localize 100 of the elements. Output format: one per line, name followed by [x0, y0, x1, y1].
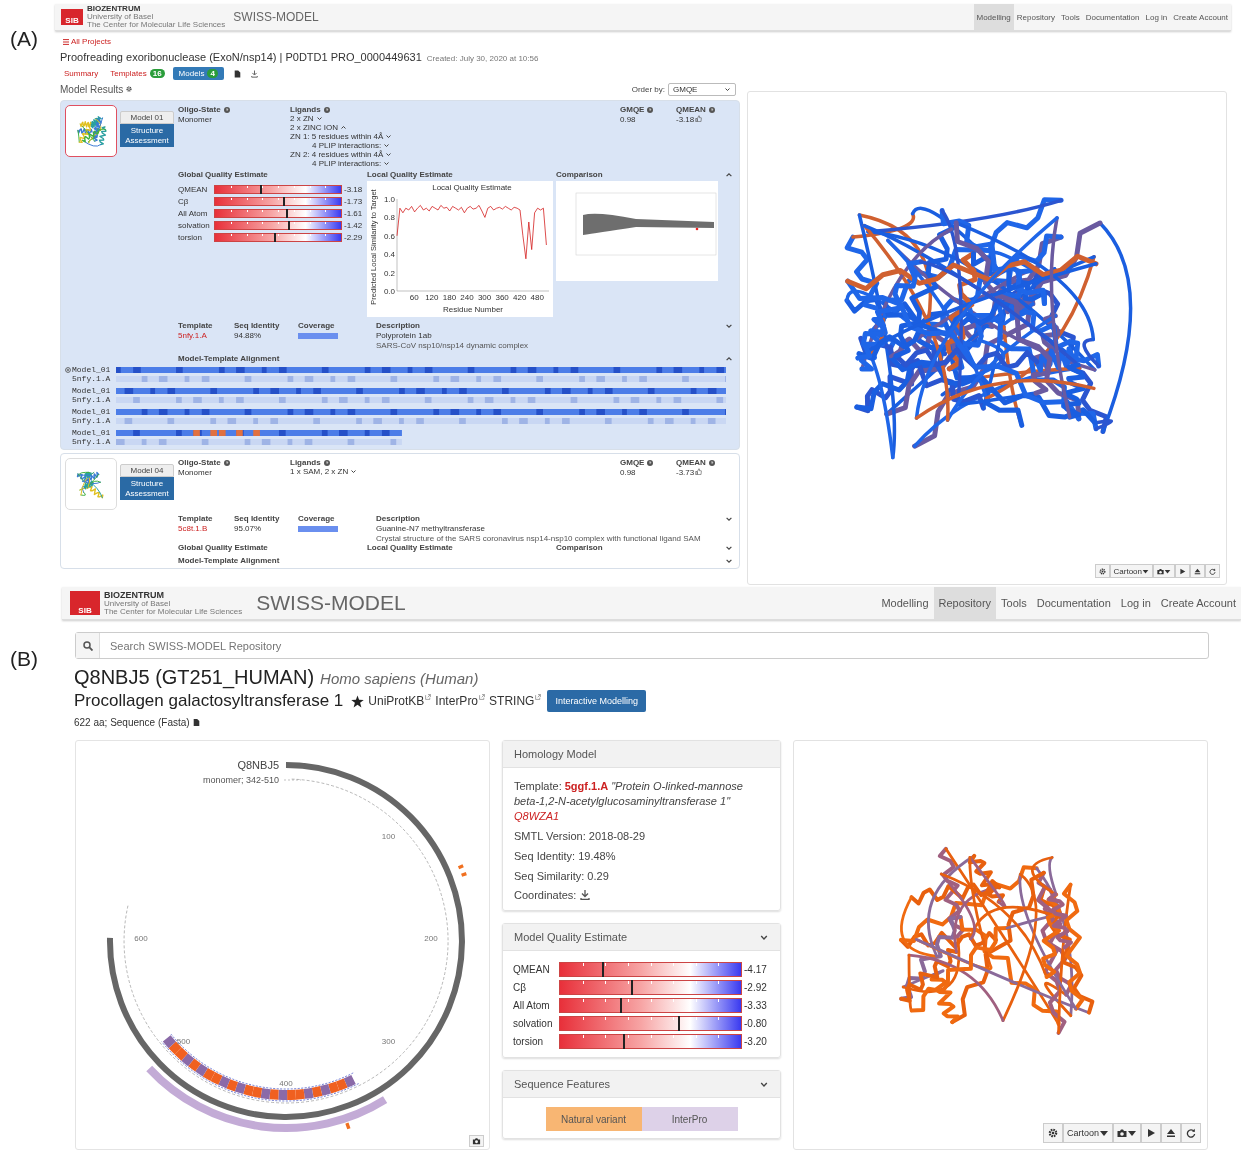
external-link[interactable]: UniProtKB: [368, 694, 432, 708]
nav-item[interactable]: Documentation: [1082, 4, 1143, 30]
model-card[interactable]: [60, 453, 740, 569]
display-mode-dropdown[interactable]: Cartoon: [1062, 1123, 1113, 1143]
template-link[interactable]: 5ggf.1.A: [564, 780, 609, 792]
snapshot-button[interactable]: [1113, 1123, 1141, 1143]
nav-item[interactable]: Repository: [933, 587, 997, 619]
tab[interactable]: Models 4: [172, 67, 224, 80]
settings-button[interactable]: [1094, 564, 1110, 578]
nav-item[interactable]: Tools: [996, 587, 1032, 619]
feature-toggle[interactable]: InterPro: [641, 1107, 738, 1131]
template-link[interactable]: 5nfy.1.A: [178, 331, 234, 340]
nav-item[interactable]: Modelling: [973, 4, 1014, 30]
tab[interactable]: Templates 16: [106, 67, 169, 80]
nav-item[interactable]: Documentation: [1031, 587, 1116, 619]
assessment-button[interactable]: Structure Assessment: [120, 124, 174, 148]
ligand-entry[interactable]: 2 x ZN: [290, 114, 314, 123]
template-link[interactable]: 5c8t.1.B: [178, 524, 234, 533]
help-icon[interactable]: [223, 106, 230, 113]
help-icon[interactable]: [708, 106, 715, 113]
chevron-down-icon[interactable]: [725, 516, 733, 522]
chevron-down-icon[interactable]: [725, 323, 733, 329]
search-icon: [82, 640, 93, 651]
help-icon[interactable]: [323, 459, 330, 466]
section-title: Model Results: [60, 83, 124, 95]
model-card[interactable]: [60, 100, 740, 450]
chevron-down-icon[interactable]: [725, 558, 733, 564]
nav-item[interactable]: Create Account: [1170, 4, 1231, 30]
nav-item[interactable]: Modelling: [876, 587, 934, 619]
settings-icon[interactable]: [126, 86, 133, 92]
ligand-entry[interactable]: 1 x SAM, 2 x ZN: [290, 467, 349, 476]
nav-item[interactable]: Log in: [1115, 587, 1156, 619]
nav-item[interactable]: Log in: [1142, 4, 1171, 30]
eject-button[interactable]: [1190, 564, 1205, 578]
chevron-down-icon[interactable]: [383, 143, 391, 148]
gmqe-value: 0.98: [620, 115, 637, 124]
structure-viewer[interactable]: Cartoon: [793, 740, 1208, 1150]
external-link[interactable]: STRING: [489, 694, 542, 708]
tick-label: 0.8: [383, 213, 395, 223]
entry-title: Q8NBJ5 (GT251_HUMAN): [74, 666, 315, 689]
nav-item[interactable]: Repository: [1013, 4, 1058, 30]
file-icon[interactable]: [192, 718, 200, 727]
settings-button[interactable]: [1042, 1123, 1063, 1143]
file-icon[interactable]: [233, 69, 241, 78]
reset-button[interactable]: [1205, 564, 1220, 578]
help-icon[interactable]: [223, 459, 230, 466]
chevron-up-icon[interactable]: [340, 125, 347, 130]
help-icon[interactable]: [323, 106, 330, 113]
tab[interactable]: Summary: [60, 67, 103, 80]
help-icon[interactable]: [647, 106, 654, 113]
reset-button[interactable]: [1181, 1123, 1201, 1143]
play-button[interactable]: [1141, 1123, 1161, 1143]
chevron-down-icon[interactable]: [350, 469, 358, 474]
uniprot-link[interactable]: Q8WZA1: [514, 810, 560, 822]
interactive-modelling-button[interactable]: Interactive Modelling: [547, 690, 646, 712]
settings-icon[interactable]: [65, 366, 71, 373]
eject-button[interactable]: [1161, 1123, 1181, 1143]
help-icon[interactable]: [708, 459, 715, 466]
search-button[interactable]: [76, 633, 100, 658]
gmqe-value: 0.98: [620, 468, 637, 477]
snapshot-button[interactable]: [469, 1135, 484, 1147]
display-mode-dropdown[interactable]: Cartoon: [1109, 564, 1153, 578]
chevron-down-icon[interactable]: [315, 116, 323, 121]
chevron-down-icon[interactable]: [759, 1080, 769, 1088]
chevron-up-icon[interactable]: [725, 356, 733, 362]
tick-label: 1.0: [383, 195, 395, 204]
play-button[interactable]: [1175, 564, 1190, 578]
model-dropdown[interactable]: Model 04: [120, 464, 174, 477]
nav-item[interactable]: Tools: [1058, 4, 1083, 30]
structure-viewer[interactable]: Cartoon: [747, 91, 1227, 585]
snapshot-button[interactable]: [1153, 564, 1175, 578]
brand-subtitle: The Center for Molecular Life Sciences: [104, 607, 243, 616]
feature-toggle[interactable]: Natural variant: [545, 1107, 642, 1131]
model-thumbnail[interactable]: [65, 105, 117, 157]
chevron-down-icon[interactable]: [725, 545, 733, 551]
model-dropdown[interactable]: Model 01: [120, 111, 174, 124]
external-link[interactable]: InterPro: [435, 694, 486, 708]
assessment-button[interactable]: Structure Assessment: [120, 477, 174, 501]
chevron-down-icon[interactable]: [385, 134, 393, 139]
interaction-entry[interactable]: 4 PLIP interactions:: [312, 159, 382, 168]
field-label: Ligands: [290, 458, 321, 467]
binding-site[interactable]: ZN 1: 5 residues within 4Å: [290, 132, 384, 141]
chevron-down-icon[interactable]: [385, 152, 393, 157]
ligand-name[interactable]: 2 x ZINC ION: [290, 123, 338, 132]
order-select[interactable]: GMQE: [668, 82, 736, 96]
interaction-entry[interactable]: 4 PLIP interactions:: [312, 141, 382, 150]
star-icon[interactable]: [351, 694, 365, 708]
section-title: Model-Template Alignment: [178, 354, 280, 363]
chevron-up-icon[interactable]: [725, 172, 733, 178]
binding-site[interactable]: ZN 2: 4 residues within 4Å: [290, 150, 384, 159]
nav-item[interactable]: Create Account: [1155, 587, 1241, 619]
download-icon[interactable]: [250, 69, 258, 78]
help-icon[interactable]: [647, 459, 654, 466]
chevron-down-icon[interactable]: [383, 161, 391, 166]
download-icon[interactable]: [580, 890, 591, 900]
field-label: Coordinates:: [514, 889, 577, 901]
section-title: Local Quality Estimate: [367, 170, 453, 179]
all-projects-link[interactable]: All Projects: [60, 37, 111, 46]
refresh-icon: [1186, 1128, 1196, 1138]
chevron-down-icon[interactable]: [759, 933, 769, 941]
